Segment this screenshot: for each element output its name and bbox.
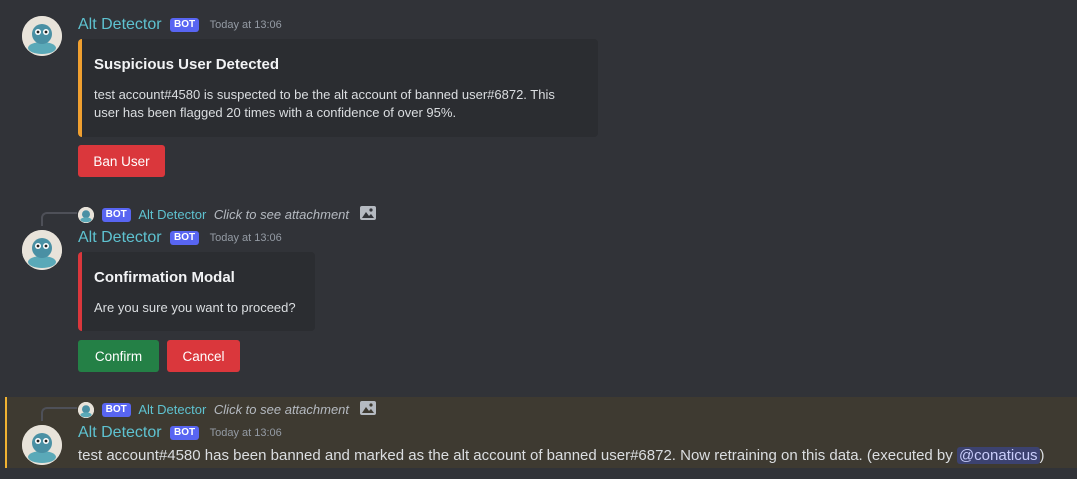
username[interactable]: Alt Detector <box>78 424 162 441</box>
message-header: Alt Detector BOT Today at 13:06 <box>78 16 282 36</box>
bot-avatar[interactable] <box>22 425 62 465</box>
timestamp[interactable]: Today at 13:06 <box>210 19 282 31</box>
reply-avatar <box>78 206 94 223</box>
reply-text[interactable]: Click to see attachment <box>214 402 349 417</box>
bot-tag: BOT <box>170 18 200 32</box>
embed-title: Suspicious User Detected <box>94 56 280 73</box>
bot-avatar[interactable] <box>22 230 62 270</box>
message-text-end: ) <box>1039 447 1045 464</box>
reply-text[interactable]: Click to see attachment <box>214 207 349 222</box>
ban-user-button[interactable]: Ban User <box>78 145 165 177</box>
image-icon <box>359 400 377 419</box>
message-header: Alt Detector BOT Today at 13:06 <box>78 424 282 444</box>
reply-avatar <box>78 401 94 418</box>
bot-tag: BOT <box>101 402 131 417</box>
embed-description: test account#4580 is suspected to be the… <box>94 86 594 122</box>
bot-tag: BOT <box>170 426 200 440</box>
timestamp[interactable]: Today at 13:06 <box>210 232 282 244</box>
reply-connector <box>41 407 77 421</box>
embed-description: Are you sure you want to proceed? <box>94 300 296 315</box>
message-content: test account#4580 has been banned and ma… <box>78 447 1045 464</box>
message-header: Alt Detector BOT Today at 13:06 <box>78 229 282 249</box>
user-mention[interactable]: @conaticus <box>956 447 1040 464</box>
reply-username[interactable]: Alt Detector <box>138 207 206 222</box>
reply-preview[interactable]: BOT Alt Detector Click to see attachment <box>78 205 377 223</box>
bot-avatar[interactable] <box>22 16 62 56</box>
reply-preview[interactable]: BOT Alt Detector Click to see attachment <box>78 400 377 418</box>
bot-tag: BOT <box>101 207 131 222</box>
reply-connector <box>41 212 77 226</box>
username[interactable]: Alt Detector <box>78 16 162 33</box>
bot-tag: BOT <box>170 231 200 245</box>
embed-description-line: test account#4580 is suspected to be the… <box>94 87 555 102</box>
embed: Confirmation Modal Are you sure you want… <box>78 252 315 331</box>
embed: Suspicious User Detected test account#45… <box>78 39 598 137</box>
username[interactable]: Alt Detector <box>78 229 162 246</box>
embed-description-line: user has been flagged 20 times with a co… <box>94 105 457 120</box>
confirm-button[interactable]: Confirm <box>78 340 159 372</box>
reply-username[interactable]: Alt Detector <box>138 402 206 417</box>
cancel-button[interactable]: Cancel <box>167 340 240 372</box>
timestamp[interactable]: Today at 13:06 <box>210 427 282 439</box>
image-icon <box>359 205 377 224</box>
message-text: test account#4580 has been banned and ma… <box>78 447 957 464</box>
embed-title: Confirmation Modal <box>94 269 235 286</box>
